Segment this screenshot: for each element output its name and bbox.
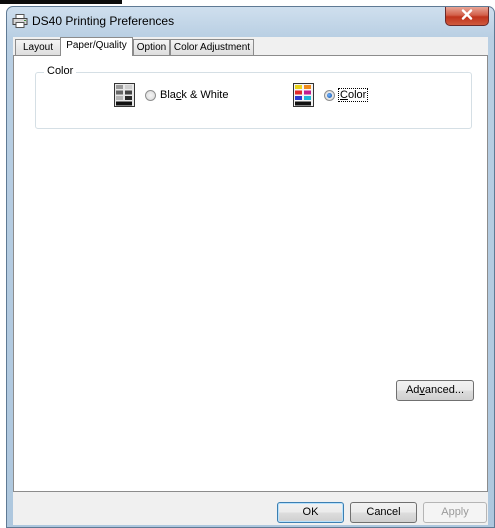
tab-label: Color Adjustment: [173, 42, 251, 53]
tab-layout[interactable]: Layout: [15, 39, 61, 55]
cancel-button[interactable]: Cancel: [350, 502, 417, 523]
printer-color-icon: [293, 83, 314, 107]
tab-option[interactable]: Option: [133, 39, 170, 55]
color-groupbox: Color Black & White Color: [35, 65, 472, 129]
tab-label: Option: [136, 42, 167, 53]
radio-color[interactable]: [324, 89, 335, 101]
ok-button[interactable]: OK: [277, 502, 344, 523]
title-bar[interactable]: DS40 Printing Preferences: [7, 7, 494, 32]
tab-strip: Layout Paper/Quality Option Color Adjust…: [13, 37, 488, 56]
color-label[interactable]: Color: [337, 88, 369, 102]
tab-paper-quality[interactable]: Paper/Quality: [60, 37, 133, 56]
tab-panel-paper-quality: Color Black & White Color Advanced...: [13, 55, 488, 492]
advanced-button[interactable]: Advanced...: [396, 380, 474, 401]
option-black-white[interactable]: Black & White: [114, 83, 228, 107]
tab-color-adjustment[interactable]: Color Adjustment: [170, 39, 254, 55]
apply-button[interactable]: Apply: [423, 502, 487, 523]
tab-label: Paper/Quality: [66, 40, 127, 51]
tab-label: Layout: [22, 42, 54, 53]
close-icon: [461, 9, 473, 23]
color-group-title: Color: [44, 65, 77, 77]
close-button[interactable]: [445, 7, 489, 26]
option-color[interactable]: Color: [293, 83, 369, 107]
black-white-label[interactable]: Black & White: [160, 89, 228, 101]
printer-icon: [12, 14, 28, 31]
screen-top-bar: [0, 0, 122, 4]
window-title: DS40 Printing Preferences: [32, 14, 175, 28]
radio-black-white[interactable]: [145, 89, 156, 101]
printer-bw-icon: [114, 83, 135, 107]
dialog-window: DS40 Printing Preferences Layout Paper/Q…: [6, 6, 495, 528]
dialog-client-area: Layout Paper/Quality Option Color Adjust…: [13, 37, 488, 525]
